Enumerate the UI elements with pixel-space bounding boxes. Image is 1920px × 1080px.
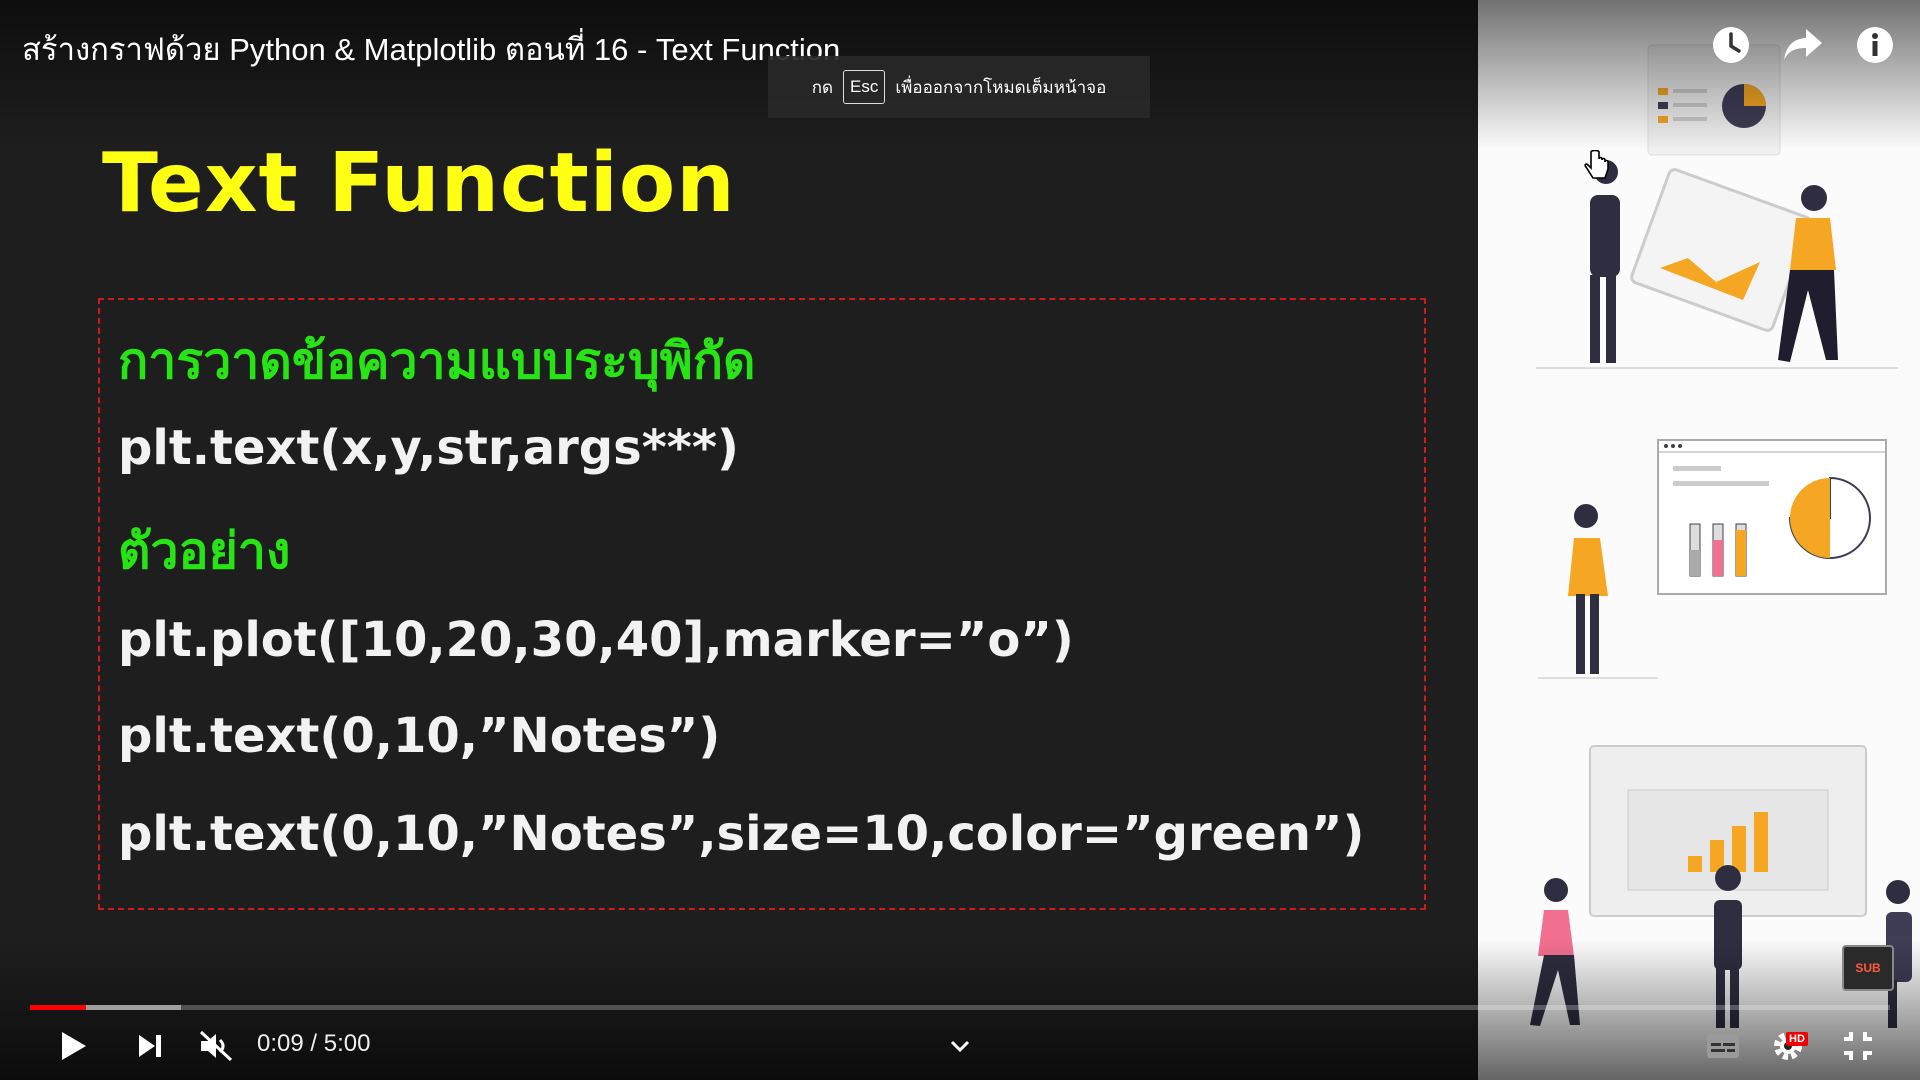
- time-display: 0:09 / 5:00: [257, 1030, 371, 1057]
- subscribe-watermark[interactable]: SUB: [1842, 945, 1894, 991]
- slide-line-text-basic: plt.text(0,10,”Notes”): [118, 708, 721, 764]
- esc-key: Esc: [843, 70, 886, 104]
- sub-label: SUB: [1855, 961, 1881, 975]
- next-button[interactable]: [128, 1018, 172, 1074]
- exit-fullscreen-button[interactable]: [1836, 1018, 1880, 1074]
- share-button[interactable]: [1780, 22, 1826, 68]
- slide-line-example-heading: ตัวอย่าง: [118, 522, 291, 580]
- exit-fullscreen-icon: [1844, 1032, 1872, 1060]
- fullscreen-exit-toast: กด Esc เพื่อออกจากโหมดเต็มหน้าจอ: [768, 56, 1150, 118]
- top-actions: [1708, 22, 1898, 68]
- play-icon: [62, 1032, 86, 1060]
- chart-panel-illustration: [1538, 439, 1887, 679]
- slide-line-syntax: plt.text(x,y,str,args***): [118, 420, 739, 476]
- hand-cursor-icon: [1584, 150, 1609, 179]
- clock-icon: [1713, 27, 1749, 63]
- info-button[interactable]: [1852, 22, 1898, 68]
- illustration: [1530, 44, 1912, 1028]
- video-title[interactable]: สร้างกราฟด้วย Python & Matplotlib ตอนที่…: [22, 24, 840, 74]
- slide-line-plot: plt.plot([10,20,30,40],marker=”o”): [118, 612, 1074, 668]
- play-button[interactable]: [52, 1018, 96, 1074]
- mute-button[interactable]: [194, 1018, 238, 1074]
- slide-line-text-styled: plt.text(0,10,”Notes”,size=10,color=”gre…: [118, 806, 1365, 862]
- watch-later-button[interactable]: [1708, 22, 1754, 68]
- skip-next-icon: [139, 1035, 161, 1057]
- settings-button[interactable]: [1766, 1018, 1810, 1074]
- chevron-down-icon: [950, 1040, 970, 1053]
- subtitles-button[interactable]: [1702, 1018, 1744, 1074]
- hd-badge: HD: [1786, 1032, 1808, 1046]
- toast-suffix: เพื่อออกจากโหมดเต็มหน้าจอ: [895, 77, 1107, 97]
- info-icon: [1857, 27, 1893, 63]
- video-player[interactable]: Text Function การวาดข้อความแบบระบุพิกัด …: [0, 0, 1920, 1080]
- played-progress: [30, 1005, 86, 1010]
- subtitles-icon: [1707, 1034, 1739, 1058]
- people-with-chart-illustration: [1536, 160, 1898, 369]
- share-icon: [1784, 29, 1822, 60]
- slide-line-heading: การวาดข้อความแบบระบุพิกัด: [118, 332, 756, 390]
- progress-bar[interactable]: [30, 1005, 1890, 1010]
- expand-chapters-button[interactable]: [944, 1018, 976, 1074]
- volume-muted-icon: [199, 1030, 233, 1062]
- slide-title: Text Function: [102, 136, 736, 231]
- toast-prefix: กด: [811, 77, 834, 97]
